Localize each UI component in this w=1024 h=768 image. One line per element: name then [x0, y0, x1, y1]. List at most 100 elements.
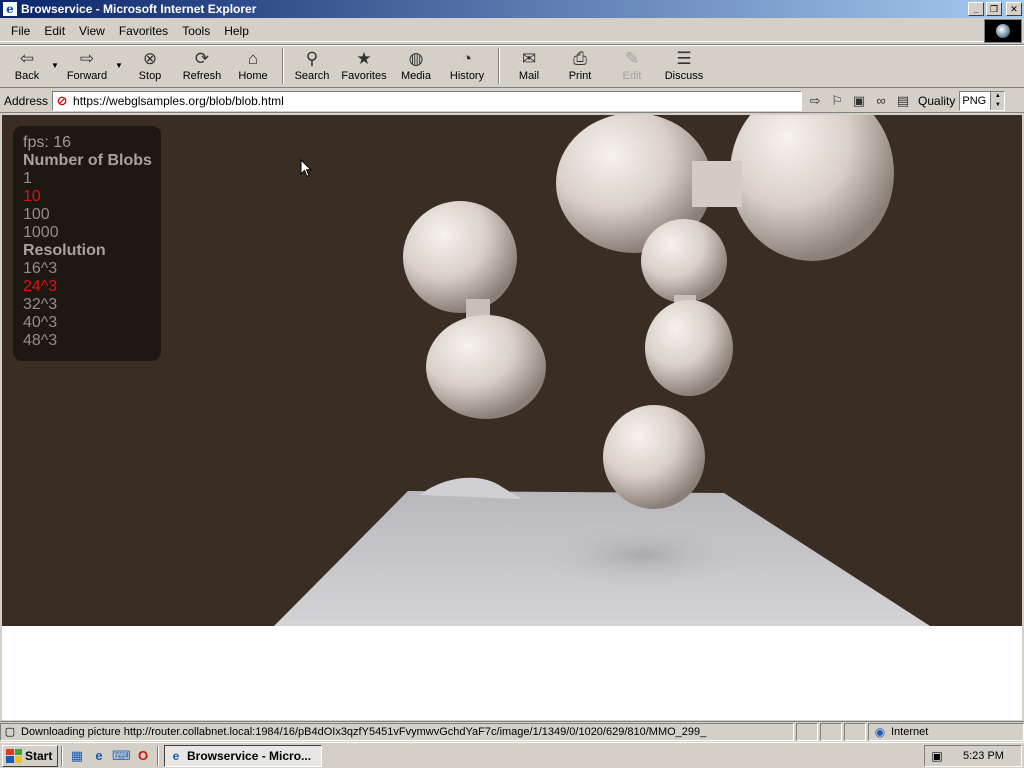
- history-icon: ◔: [461, 49, 473, 68]
- clipboard-icon[interactable]: ▤: [894, 92, 912, 110]
- edit-icon: ✎: [624, 49, 640, 68]
- menu-tools[interactable]: Tools: [175, 24, 217, 38]
- resolution-option-32[interactable]: 32^3: [23, 296, 161, 314]
- resolution-option-40[interactable]: 40^3: [23, 314, 161, 332]
- binoculars-icon[interactable]: ∞: [872, 92, 890, 110]
- standard-toolbar: ⇦ Back ▼ ⇨ Forward ▼ ⊗ Stop ⟳ Refresh ⌂ …: [0, 44, 1024, 88]
- quality-select[interactable]: PNG ▲ ▼: [959, 90, 1006, 111]
- clock[interactable]: 5:23 PM: [963, 750, 1004, 762]
- stop-icon: ⊗: [142, 49, 158, 68]
- windows-logo-throbber: [984, 19, 1022, 43]
- blobs-heading: Number of Blobs: [23, 152, 152, 169]
- resolution-option-48[interactable]: 48^3: [23, 332, 161, 350]
- network-status-icon[interactable]: ▣: [929, 748, 945, 764]
- broken-lock-page-icon: ⊘: [56, 92, 68, 108]
- history-button[interactable]: ◔ History: [440, 45, 494, 87]
- floor-shadow: [532, 520, 752, 590]
- opera-quicklaunch-icon[interactable]: O: [134, 747, 152, 765]
- taskbar-separator: [157, 745, 159, 766]
- address-input[interactable]: ⊘ https://webglsamples.org/blob/blob.htm…: [52, 90, 803, 111]
- system-tray: ▣ 5:23 PM: [924, 745, 1022, 767]
- menu-favorites[interactable]: Favorites: [112, 24, 175, 38]
- menu-edit[interactable]: Edit: [37, 24, 72, 38]
- taskbar-separator: [61, 745, 63, 766]
- search-button[interactable]: ⚲ Search: [288, 45, 336, 87]
- page-view-icon[interactable]: ▣: [850, 92, 868, 110]
- discuss-button[interactable]: ☰ Discuss: [658, 45, 710, 87]
- mouse-cursor-icon: [300, 159, 312, 178]
- forward-arrow-icon: ⇨: [79, 49, 95, 68]
- blob: [403, 201, 517, 313]
- blob: [603, 405, 705, 509]
- taskbar-browservice-window[interactable]: e Browservice - Micro...: [164, 744, 322, 767]
- webgl-canvas[interactable]: fps: 16 Number of Blobs 1 10 100 1000 Re…: [2, 115, 1022, 626]
- window-controls: _ ❐ ✕: [968, 2, 1022, 16]
- mail-button[interactable]: ✉ Mail: [504, 45, 554, 87]
- mail-icon: ✉: [521, 49, 537, 68]
- show-desktop-icon[interactable]: ▦: [68, 747, 86, 765]
- back-arrow-icon: ⇦: [19, 49, 35, 68]
- blobs-option-10[interactable]: 10: [23, 188, 161, 206]
- minimize-button[interactable]: _: [968, 2, 984, 16]
- menu-help[interactable]: Help: [217, 24, 256, 38]
- back-dropdown-arrow[interactable]: ▼: [50, 61, 60, 70]
- quality-label: Quality: [918, 93, 956, 108]
- address-url: https://webglsamples.org/blob/blob.html: [73, 93, 284, 108]
- go-arrow-icon[interactable]: ⇨: [806, 92, 824, 110]
- menu-view[interactable]: View: [72, 24, 112, 38]
- blobs-option-1[interactable]: 1: [23, 170, 161, 188]
- back-button[interactable]: ⇦ Back: [4, 45, 50, 87]
- window-title: Browservice - Microsoft Internet Explore…: [21, 2, 257, 16]
- stop-button[interactable]: ⊗ Stop: [124, 45, 176, 87]
- status-bar: ▢ Downloading picture http://router.coll…: [0, 721, 1024, 741]
- resolution-option-16[interactable]: 16^3: [23, 260, 161, 278]
- spin-down-icon[interactable]: ▼: [991, 101, 1004, 110]
- toolbar-separator: [498, 48, 500, 84]
- network-quicklaunch-icon[interactable]: ⌨: [112, 747, 131, 765]
- ie-quicklaunch-icon[interactable]: e: [90, 747, 108, 765]
- refresh-icon: ⟳: [194, 49, 210, 68]
- maximize-button[interactable]: ❐: [986, 2, 1002, 16]
- favorites-folder-icon: ★: [356, 49, 372, 68]
- blobs-option-1000[interactable]: 1000: [23, 224, 161, 242]
- home-button[interactable]: ⌂ Home: [228, 45, 278, 87]
- page-blank-area: [2, 626, 1022, 720]
- menu-file[interactable]: File: [4, 24, 37, 38]
- start-button[interactable]: Start: [2, 744, 58, 767]
- ie-icon: e: [172, 748, 180, 763]
- status-cell-privacy: [844, 722, 866, 741]
- spin-up-icon[interactable]: ▲: [991, 92, 1004, 101]
- forward-button[interactable]: ⇨ Forward: [60, 45, 114, 87]
- blob: [645, 300, 733, 396]
- resolution-option-24[interactable]: 24^3: [23, 278, 161, 296]
- address-label: Address: [4, 93, 49, 108]
- blob: [641, 219, 727, 303]
- bookmark-icon[interactable]: ⚐: [828, 92, 846, 110]
- blob-settings-panel: fps: 16 Number of Blobs 1 10 100 1000 Re…: [13, 126, 161, 361]
- edit-button[interactable]: ✎ Edit: [606, 45, 658, 87]
- printer-icon: ⎙: [573, 49, 587, 68]
- refresh-button[interactable]: ⟳ Refresh: [176, 45, 228, 87]
- favorites-button[interactable]: ★ Favorites: [336, 45, 392, 87]
- taskbar: Start ▦ e ⌨ O e Browservice - Micro... ▣…: [0, 742, 1024, 768]
- media-button[interactable]: ◍ Media: [392, 45, 440, 87]
- home-icon: ⌂: [247, 49, 259, 68]
- title-bar: e Browservice - Microsoft Internet Explo…: [0, 0, 1024, 18]
- toolbar-separator: [282, 48, 284, 84]
- blobs-option-100[interactable]: 100: [23, 206, 161, 224]
- blob: [730, 115, 894, 261]
- search-icon: ⚲: [305, 49, 319, 68]
- print-button[interactable]: ⎙ Print: [554, 45, 606, 87]
- status-message: ▢ Downloading picture http://router.coll…: [0, 722, 794, 741]
- menu-bar: File Edit View Favorites Tools Help: [0, 20, 1024, 42]
- windows-flag-icon: [6, 748, 22, 763]
- fps-counter: fps: 16: [23, 134, 72, 151]
- discuss-icon: ☰: [676, 49, 692, 68]
- status-cell-security: [820, 722, 842, 741]
- quality-spinner[interactable]: ▲ ▼: [990, 91, 1005, 110]
- blob: [426, 315, 546, 419]
- address-bar: Address ⊘ https://webglsamples.org/blob/…: [0, 89, 1024, 113]
- forward-dropdown-arrow[interactable]: ▼: [114, 61, 124, 70]
- blobs: [403, 115, 894, 509]
- close-button[interactable]: ✕: [1006, 2, 1022, 16]
